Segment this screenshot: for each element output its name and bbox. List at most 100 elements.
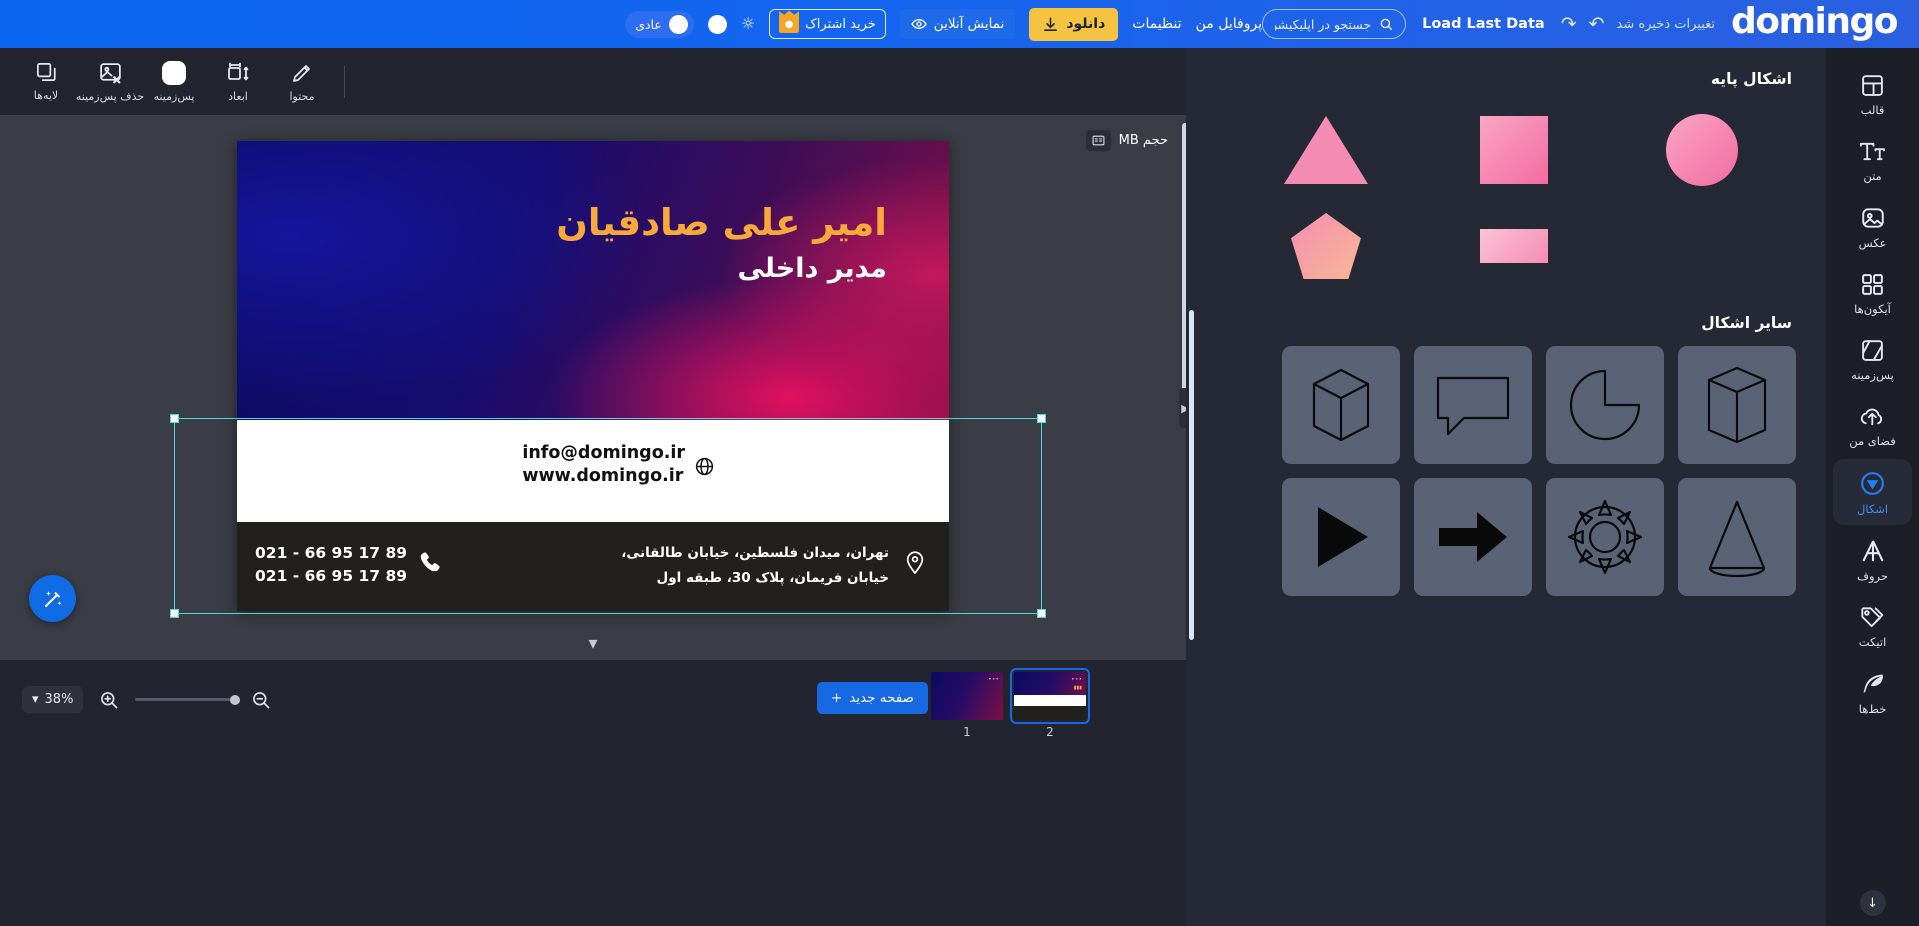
letters-icon [1862, 540, 1883, 562]
download-button[interactable]: دانلود [1029, 7, 1119, 41]
zoom-slider[interactable] [135, 694, 241, 705]
other-shapes-grid [1186, 332, 1826, 596]
brightness-icon[interactable]: ☼ [741, 16, 755, 32]
sidebar-item-lines[interactable]: خط‌ها [1833, 660, 1912, 725]
card-name-text[interactable]: امیر علی صادقیان [556, 201, 887, 244]
shape-cube[interactable] [1282, 346, 1400, 464]
arrow-right-shape-icon [1439, 512, 1507, 562]
background-icon [1862, 340, 1883, 361]
phone-icon [417, 550, 442, 579]
selection-handle-bottom-left[interactable] [170, 609, 179, 618]
scroll-down-icon[interactable]: ↓ [1859, 890, 1886, 916]
sidebar-item-shapes[interactable]: اشکال [1833, 459, 1912, 525]
shape-hexagonal-prism[interactable] [1678, 346, 1796, 464]
card-phone-line2: 021 - 66 95 17 89 [255, 567, 408, 586]
magic-wand-icon [44, 590, 61, 607]
toolbar-item-dimensions-label: ابعاد [228, 89, 248, 103]
card-website-text[interactable]: www.domingo.ir [522, 465, 685, 488]
download-icon [1044, 16, 1058, 31]
buy-subscription-button[interactable]: خرید اشتراک ● [769, 9, 886, 39]
shape-flower[interactable] [1546, 478, 1664, 596]
shape-square[interactable] [1420, 102, 1608, 198]
shape-pentagon[interactable] [1232, 198, 1420, 294]
toolbar-item-remove-background[interactable]: حذف پس‌زمینه [76, 60, 144, 103]
page-thumbnail-2-preview[interactable]: ▮▮▮ ⋯ [1010, 668, 1090, 724]
shape-pie-slice[interactable] [1546, 346, 1664, 464]
canvas-area[interactable]: حجم MB امیر علی صادقیان مدیر داخلی info@… [0, 115, 1186, 660]
thumbnail-menu-icon[interactable]: ⋯ [1071, 673, 1083, 684]
page-thumbnail-2[interactable]: ▮▮▮ ⋯ 2 [1010, 668, 1090, 739]
shape-arrow-right[interactable] [1414, 478, 1532, 596]
sidebar-item-image[interactable]: عکس [1833, 194, 1912, 259]
selection-handle-top-left[interactable] [170, 414, 179, 423]
card-email-text[interactable]: info@domingo.ir [522, 442, 685, 465]
toolbar-item-content[interactable]: محتوا [270, 61, 334, 103]
selection-handle-top-right[interactable] [1037, 414, 1046, 423]
remove-background-icon [99, 63, 121, 84]
shapes-panel: اشکال پایه سایر اشکال [1186, 48, 1826, 926]
shapes-panel-scrollbar[interactable] [1189, 310, 1194, 640]
card-address-block[interactable]: تهران، میدان فلسطین، خیابان طالقانی، خیا… [621, 541, 889, 591]
card-phone-block[interactable]: 021 - 66 95 17 89 021 - 66 95 17 89 [255, 542, 407, 589]
thumbnail-name-text: ▮▮▮ [1073, 685, 1082, 691]
shape-play-triangle[interactable] [1282, 478, 1400, 596]
sidebar-item-tag[interactable]: اتیکت [1833, 594, 1912, 658]
sidebar-item-icons[interactable]: آیکون‌ها [1833, 261, 1912, 325]
toolbar-item-dimensions[interactable]: ابعاد [206, 61, 270, 103]
settings-link[interactable]: تنظیمات [1132, 16, 1181, 32]
selection-handle-bottom-right[interactable] [1037, 609, 1046, 618]
page-thumbnail-1[interactable]: ⋯ 1 [931, 672, 1003, 739]
top-bar-right-group: پروفایل من تنظیمات دانلود نمایش آنلاین خ… [625, 7, 1262, 41]
dimensions-icon [228, 62, 249, 80]
business-card-design[interactable]: امیر علی صادقیان مدیر داخلی info@domingo… [237, 141, 949, 611]
zoom-in-icon[interactable] [99, 690, 119, 710]
search-box[interactable] [1262, 9, 1407, 39]
layers-icon [36, 63, 56, 82]
zoom-slider-knob[interactable] [230, 694, 241, 705]
theme-toggle-dot[interactable] [707, 14, 727, 34]
card-role-text[interactable]: مدیر داخلی [737, 253, 887, 284]
search-input[interactable] [1275, 16, 1372, 32]
thumbnail-menu-icon[interactable]: ⋯ [988, 673, 1000, 684]
toolbar-item-layers[interactable]: لایه‌ها [14, 61, 78, 102]
page-thumbnail-1-preview[interactable]: ⋯ [931, 672, 1003, 720]
new-page-button[interactable]: صفحه جدید + [816, 682, 928, 714]
shape-cone[interactable] [1678, 478, 1796, 596]
save-status-text: تغییرات ذخیره شد [1616, 16, 1716, 32]
eye-icon [911, 19, 927, 29]
zoom-out-icon[interactable] [251, 690, 271, 710]
size-badge-label: حجم MB [1118, 133, 1168, 148]
toolbar-item-background-color[interactable]: پس‌زمینه [142, 60, 206, 103]
shape-triangle[interactable] [1232, 102, 1420, 198]
shape-speech-bubble[interactable] [1414, 346, 1532, 464]
sidebar-item-letters[interactable]: حروف [1833, 527, 1912, 592]
zoom-level-selector[interactable]: ▾ 38% [22, 686, 84, 713]
card-contact-panel: info@domingo.ir www.domingo.ir [237, 420, 949, 522]
sidebar-item-my-space[interactable]: فضای من [1833, 393, 1912, 457]
mode-toggle[interactable]: عادی [625, 10, 694, 38]
undo-icon[interactable]: ↶ [1589, 14, 1605, 34]
sidebar-item-background[interactable]: پس‌زمینه [1833, 327, 1912, 391]
globe-icon [694, 456, 715, 481]
panel-collapse-handle[interactable]: ▶ [1179, 388, 1186, 428]
sidebar-item-text[interactable]: متن [1833, 128, 1912, 192]
online-preview-label: نمایش آنلاین [933, 16, 1005, 32]
app-logo[interactable]: domingo [1731, 3, 1898, 45]
magic-wand-button[interactable] [29, 575, 76, 622]
sidebar-item-template[interactable]: قالب [1833, 62, 1912, 126]
sidebar-item-tag-label: اتیکت [1858, 635, 1887, 649]
search-icon [1380, 18, 1392, 30]
online-preview-button[interactable]: نمایش آنلاین [899, 9, 1016, 39]
pie-slice-shape-icon [1569, 369, 1641, 441]
thumbnail-dark-strip [1014, 706, 1086, 720]
card-footer-panel: تهران، میدان فلسطین، خیابان طالقانی، خیا… [237, 522, 949, 611]
chevron-down-icon[interactable]: ▾ [588, 633, 597, 654]
load-last-data-button[interactable]: Load Last Data [1422, 16, 1545, 32]
redo-icon[interactable]: ↷ [1561, 14, 1577, 34]
sidebar-item-letters-label: حروف [1857, 569, 1888, 583]
my-profile-link[interactable]: پروفایل من [1196, 16, 1262, 32]
square-shape-icon [1480, 116, 1548, 184]
shape-circle[interactable] [1608, 102, 1796, 198]
shape-rectangle[interactable] [1420, 198, 1608, 294]
sidebar-item-lines-label: خط‌ها [1858, 702, 1887, 716]
